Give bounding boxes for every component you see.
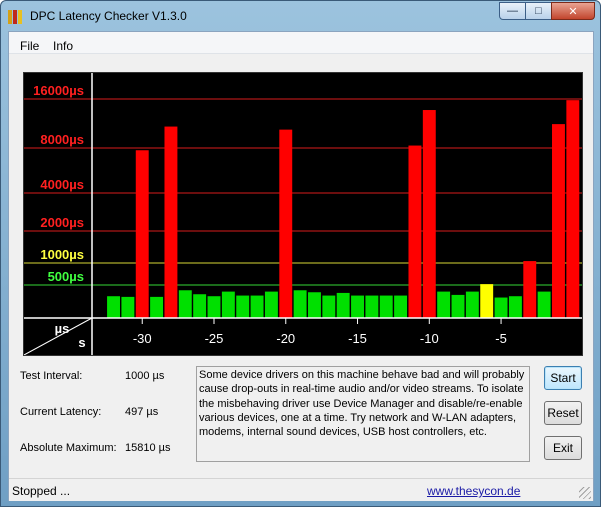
y-tick-label: 1000µs bbox=[40, 247, 84, 262]
bar-25 bbox=[465, 291, 479, 318]
window-controls: — □ ✕ bbox=[499, 2, 595, 20]
client-area: File Info 16000µs 8000µs 4000µs 2000µs 1000µ… bbox=[8, 31, 594, 501]
x-unit-label: s bbox=[78, 335, 85, 350]
start-button[interactable]: Start bbox=[544, 366, 582, 390]
bar-3 bbox=[150, 296, 164, 318]
bar-28 bbox=[508, 296, 522, 318]
y-unit-label: µs bbox=[55, 321, 70, 336]
status-bar: Stopped ... www.thesycon.de bbox=[9, 478, 593, 501]
y-tick-label: 2000µs bbox=[40, 215, 84, 230]
bar-16 bbox=[336, 292, 350, 318]
x-tick-label: -5 bbox=[495, 331, 507, 346]
current-latency-value: 497 µs bbox=[125, 406, 159, 418]
x-tick-label: -10 bbox=[420, 331, 439, 346]
absolute-max-label: Absolute Maximum: bbox=[20, 442, 117, 454]
bar-13 bbox=[293, 290, 307, 318]
bar-6 bbox=[193, 294, 207, 318]
description-text: Some device drivers on this machine beha… bbox=[196, 366, 530, 462]
bar-23 bbox=[437, 291, 451, 318]
website-link[interactable]: www.thesycon.de bbox=[427, 484, 520, 498]
status-text: Stopped ... bbox=[12, 484, 71, 498]
y-tick-label: 8000µs bbox=[40, 132, 84, 147]
bar-30 bbox=[537, 291, 551, 318]
bar-4 bbox=[164, 126, 178, 318]
title-bar[interactable]: DPC Latency Checker V1.3.0 — □ ✕ bbox=[1, 1, 600, 31]
bar-9 bbox=[236, 295, 250, 318]
bar-0 bbox=[107, 296, 120, 318]
menu-info[interactable]: Info bbox=[53, 39, 73, 53]
bar-8 bbox=[221, 291, 235, 318]
close-icon: ✕ bbox=[568, 5, 578, 18]
bar-29 bbox=[523, 261, 537, 318]
bar-2 bbox=[135, 150, 149, 318]
bar-27 bbox=[494, 297, 508, 318]
x-tick-label: -15 bbox=[348, 331, 367, 346]
menu-file[interactable]: File bbox=[20, 39, 39, 53]
bar-12 bbox=[279, 129, 293, 318]
bar-15 bbox=[322, 295, 336, 318]
exit-button[interactable]: Exit bbox=[544, 436, 582, 460]
bar-7 bbox=[207, 296, 221, 318]
bar-31 bbox=[552, 124, 565, 318]
test-interval-value: 1000 µs bbox=[125, 370, 165, 382]
bar-10 bbox=[250, 295, 264, 318]
x-tick-label: -30 bbox=[133, 331, 152, 346]
close-button[interactable]: ✕ bbox=[551, 2, 595, 20]
bar-19 bbox=[379, 295, 393, 318]
bar-1 bbox=[121, 296, 135, 318]
bar-32 bbox=[566, 100, 580, 318]
bar-21 bbox=[408, 145, 422, 318]
app-window: DPC Latency Checker V1.3.0 — □ ✕ File In… bbox=[0, 0, 601, 507]
y-tick-label: 4000µs bbox=[40, 177, 84, 192]
maximize-icon: □ bbox=[535, 5, 542, 17]
bar-22 bbox=[422, 110, 436, 319]
y-tick-label: 500µs bbox=[48, 269, 84, 284]
minimize-button[interactable]: — bbox=[499, 2, 526, 20]
window-title: DPC Latency Checker V1.3.0 bbox=[30, 9, 187, 23]
test-interval-label: Test Interval: bbox=[20, 370, 83, 382]
bar-17 bbox=[351, 295, 364, 318]
x-tick-label: -20 bbox=[276, 331, 295, 346]
minimize-icon: — bbox=[507, 5, 518, 17]
bar-11 bbox=[264, 291, 278, 318]
menu-bar: File Info bbox=[9, 32, 593, 54]
bar-20 bbox=[394, 295, 408, 318]
latency-chart: 16000µs 8000µs 4000µs 2000µs 1000µs 500µs -30 -… bbox=[23, 72, 583, 356]
latency-chart-svg: 16000µs 8000µs 4000µs 2000µs 1000µs 500µs -30 -… bbox=[24, 73, 582, 355]
bar-24 bbox=[451, 294, 465, 318]
bar-14 bbox=[308, 292, 321, 318]
current-latency-label: Current Latency: bbox=[20, 406, 102, 418]
resize-grip[interactable] bbox=[579, 487, 591, 499]
bar-26 bbox=[480, 284, 494, 318]
bar-5 bbox=[178, 290, 192, 318]
bar-18 bbox=[365, 295, 379, 318]
maximize-button[interactable]: □ bbox=[525, 2, 552, 20]
app-icon bbox=[8, 8, 24, 24]
x-tick-label: -25 bbox=[205, 331, 224, 346]
absolute-max-value: 15810 µs bbox=[125, 442, 171, 454]
y-tick-label: 16000µs bbox=[33, 83, 84, 98]
reset-button[interactable]: Reset bbox=[544, 401, 582, 425]
